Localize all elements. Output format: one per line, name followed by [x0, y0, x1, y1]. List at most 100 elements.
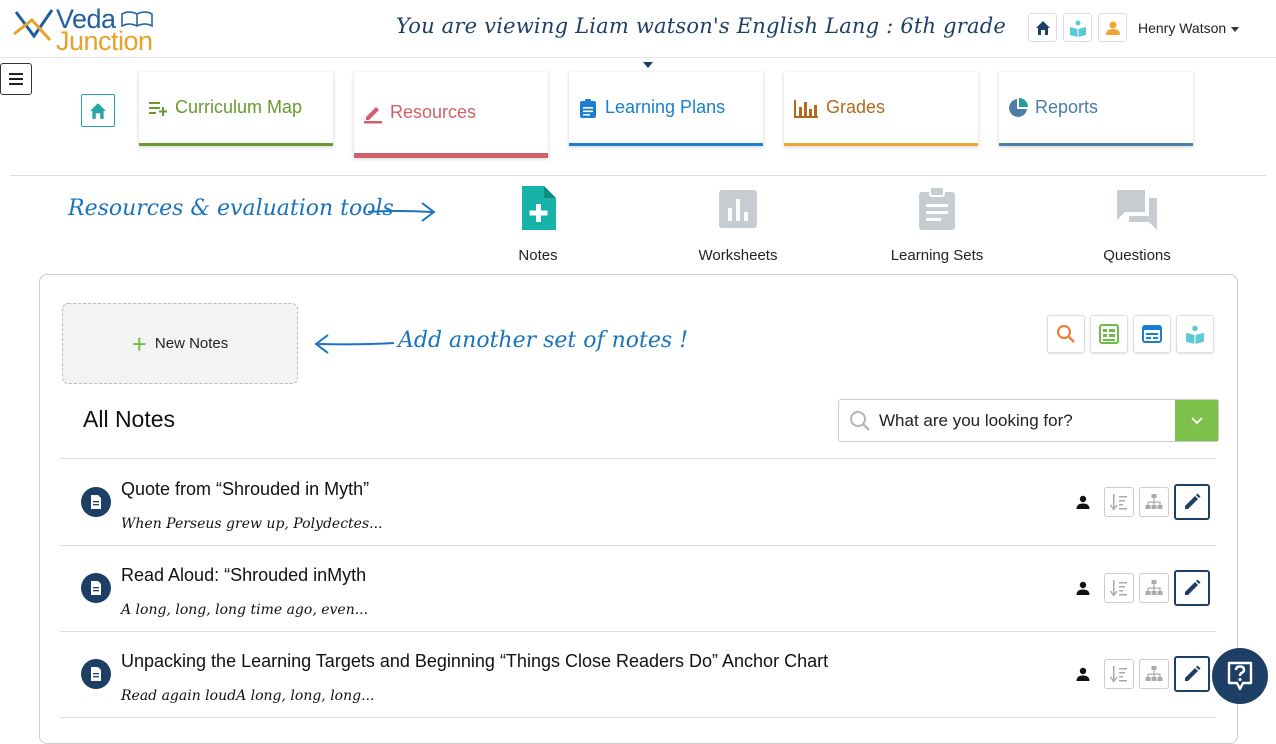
- edit-button[interactable]: [1174, 484, 1210, 520]
- home-icon: [90, 102, 106, 119]
- reader-button[interactable]: [1063, 13, 1092, 42]
- sort-button[interactable]: [1104, 659, 1134, 689]
- reader-icon: [1186, 325, 1204, 344]
- tab-reports[interactable]: Reports: [999, 72, 1193, 146]
- menu-button[interactable]: [0, 63, 32, 95]
- help-icon: [1227, 661, 1253, 691]
- edit-button[interactable]: [1174, 656, 1210, 692]
- logo-text-junction: Junction: [56, 26, 153, 56]
- menu-icon-bar: [9, 73, 23, 75]
- pencil-icon: [1185, 493, 1201, 509]
- caret-down-icon: [1231, 26, 1240, 32]
- search-input[interactable]: [879, 400, 1175, 441]
- tool-notes[interactable]: Notes: [468, 186, 608, 264]
- tool-label: Questions: [1103, 247, 1171, 264]
- sitemap-icon: [1145, 494, 1163, 509]
- note-title[interactable]: Read Aloud: “Shrouded inMyth: [121, 565, 366, 586]
- note-add-icon: [522, 186, 556, 230]
- page-title: You are viewing Liam watson's English La…: [396, 14, 1006, 38]
- clipboard-icon: [577, 97, 599, 119]
- nav-home-button[interactable]: [81, 94, 115, 127]
- search-box: [838, 399, 1219, 442]
- person-icon: [1076, 581, 1090, 595]
- clipboard-list-icon: [919, 186, 955, 230]
- help-button[interactable]: [1212, 648, 1268, 704]
- divider: [10, 175, 1266, 176]
- note-title[interactable]: Quote from “Shrouded in Myth”: [121, 479, 369, 500]
- list-item[interactable]: Read Aloud: “Shrouded inMyth A long, lon…: [60, 545, 1216, 631]
- grid-view-icon: [1099, 324, 1119, 344]
- note-excerpt: When Perseus grew up, Polydectes...: [121, 516, 383, 532]
- person-icon: [1076, 495, 1090, 509]
- new-notes-button[interactable]: + New Notes: [62, 303, 298, 384]
- list-item[interactable]: Unpacking the Learning Targets and Begin…: [60, 631, 1216, 717]
- list-divider: [60, 717, 1216, 718]
- hierarchy-button[interactable]: [1139, 659, 1169, 689]
- user-icon: [1105, 21, 1120, 35]
- menu-icon-bar: [9, 83, 23, 85]
- sort-icon: [1110, 494, 1127, 511]
- tool-label: Notes: [518, 247, 558, 264]
- tool-worksheets[interactable]: Worksheets: [668, 186, 808, 264]
- note-excerpt: Read again loudA long, long, long...: [121, 688, 375, 704]
- hierarchy-button[interactable]: [1139, 487, 1169, 517]
- tab-resources[interactable]: Resources: [354, 72, 548, 158]
- tab-label: Curriculum Map: [175, 97, 303, 117]
- sitemap-icon: [1145, 666, 1163, 681]
- reader-view-button[interactable]: [1176, 315, 1214, 353]
- edit-button[interactable]: [1174, 570, 1210, 606]
- tools-annotation: Resources & evaluation tools: [68, 196, 394, 221]
- arrow-left-icon: [314, 334, 395, 354]
- home-button[interactable]: [1028, 13, 1057, 42]
- note-title[interactable]: Unpacking the Learning Targets and Begin…: [121, 651, 828, 672]
- chevron-down-icon: [1190, 416, 1203, 424]
- sort-button[interactable]: [1104, 487, 1134, 517]
- tool-learning-sets[interactable]: Learning Sets: [867, 186, 1007, 264]
- search-icon: [850, 411, 870, 431]
- menu-icon-bar: [9, 78, 23, 80]
- sort-button[interactable]: [1104, 573, 1134, 603]
- logo[interactable]: Veda Junction: [12, 4, 172, 56]
- pencil-icon: [1185, 665, 1201, 681]
- web-view-icon: [1142, 325, 1162, 343]
- pie-chart-icon: [1007, 97, 1029, 119]
- document-icon: [81, 659, 111, 689]
- card-view-button[interactable]: [1133, 315, 1171, 353]
- reader-icon: [1069, 20, 1086, 37]
- tab-label: Grades: [826, 97, 886, 117]
- new-notes-label: New Notes: [154, 335, 229, 352]
- logo-mark-icon: [13, 9, 54, 42]
- user-name: Henry Watson: [1138, 20, 1227, 36]
- pencil-icon: [362, 102, 384, 124]
- tool-questions[interactable]: Questions: [1067, 186, 1207, 264]
- arrow-right-icon: [367, 202, 436, 222]
- tab-label: Reports: [1035, 97, 1099, 117]
- search-dropdown-button[interactable]: [1175, 400, 1218, 441]
- forum-icon: [1117, 190, 1157, 230]
- document-icon: [81, 487, 111, 517]
- top-bar: Veda Junction You are viewing Liam watso…: [0, 0, 1276, 58]
- pencil-icon: [1185, 579, 1201, 595]
- sort-icon: [1110, 580, 1127, 597]
- list-item[interactable]: Quote from “Shrouded in Myth” When Perse…: [60, 459, 1216, 545]
- hierarchy-button[interactable]: [1139, 573, 1169, 603]
- grid-view-button[interactable]: [1090, 315, 1128, 353]
- tab-label: Resources: [390, 102, 477, 122]
- tab-curriculum-map[interactable]: Curriculum Map: [139, 72, 333, 146]
- search-toggle-button[interactable]: [1047, 315, 1085, 353]
- user-menu[interactable]: Henry Watson: [1138, 20, 1240, 36]
- home-icon: [1035, 20, 1050, 35]
- tab-learning-plans[interactable]: Learning Plans: [569, 72, 763, 146]
- search-icon: [1056, 324, 1075, 343]
- profile-button[interactable]: [1098, 13, 1127, 42]
- section-heading: All Notes: [83, 406, 176, 432]
- person-icon: [1076, 667, 1090, 681]
- tool-label: Worksheets: [698, 247, 778, 264]
- plus-icon: +: [131, 328, 147, 359]
- tab-grades[interactable]: Grades: [784, 72, 978, 146]
- note-excerpt: A long, long, long time ago, even...: [121, 602, 369, 618]
- tool-label: Learning Sets: [890, 247, 984, 264]
- tab-label: Learning Plans: [605, 97, 726, 117]
- playlist-add-icon: [147, 97, 169, 119]
- worksheet-chart-icon: [719, 190, 757, 228]
